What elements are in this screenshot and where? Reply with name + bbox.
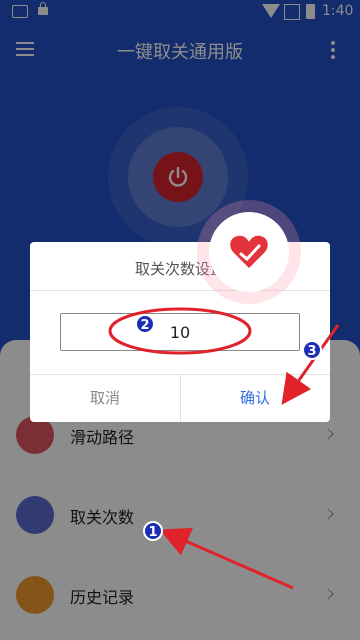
annotation-badge-3: 3 (302, 340, 322, 360)
annotation-arrow-3 (281, 324, 340, 405)
annotation-badge-2: 2 (135, 314, 155, 334)
annotation-badge-1: 1 (143, 521, 163, 541)
annotation-layer (108, 307, 340, 590)
annotation-ellipse (108, 307, 252, 355)
annotation-arrow-1 (159, 527, 294, 590)
screen: 1:40 一键取关通用版 滑动路径 取关次数 历史记录 取关次数设置 10 取消… (0, 0, 360, 640)
